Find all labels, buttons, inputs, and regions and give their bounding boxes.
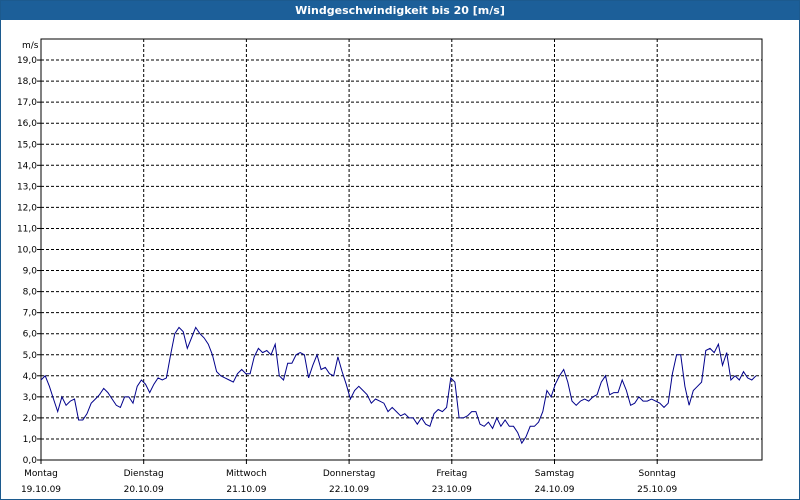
y-tick-label: 0,0 (23, 456, 38, 466)
y-tick-label: 3,0 (23, 393, 38, 403)
x-tick-date: 21.10.09 (226, 485, 266, 495)
y-tick-label: 17,0 (17, 98, 37, 108)
y-tick-label: 4,0 (23, 372, 38, 382)
x-tick-date: 20.10.09 (124, 485, 164, 495)
y-tick-label: 2,0 (23, 414, 38, 424)
y-tick-label: 11,0 (17, 224, 37, 234)
y-tick-label: 10,0 (17, 246, 37, 256)
x-tick-day: Dienstag (124, 469, 164, 479)
x-tick-date: 24.10.09 (534, 485, 574, 495)
y-axis-label: m/s (22, 41, 39, 51)
x-tick-day: Samstag (535, 469, 574, 479)
y-tick-label: 5,0 (23, 351, 38, 361)
x-tick-day: Freitag (436, 469, 467, 479)
wind-speed-chart: 0,0 1,0 2,0 3,0 4,0 5,0 6,0 7,0 8,0 9,0 10,0 11,0 12… (17, 38, 763, 495)
y-tick-label: 19,0 (17, 56, 37, 66)
y-tick-labels: 0,0 1,0 2,0 3,0 4,0 5,0 6,0 7,0 8,0 9,0 10,0 11,0 12… (17, 56, 37, 466)
y-tick-label: 18,0 (17, 77, 37, 87)
y-tick-label: 14,0 (17, 161, 37, 171)
x-tick-date: 19.10.09 (21, 485, 61, 495)
x-tick-day: Sonntag (639, 469, 676, 479)
y-tick-label: 1,0 (23, 435, 38, 445)
y-tick-label: 12,0 (17, 203, 37, 213)
y-tick-label: 7,0 (23, 309, 38, 319)
y-tick-label: 8,0 (23, 288, 38, 298)
x-tick-labels: Montag 19.10.09 Dienstag 20.10.09 Mittwoch 21… (21, 469, 678, 495)
x-tick-day: Mittwoch (226, 469, 267, 479)
x-tick-date: 22.10.09 (329, 485, 369, 495)
x-tick-day: Donnerstag (323, 469, 376, 479)
x-tick-date: 25.10.09 (637, 485, 677, 495)
x-tick-date: 23.10.09 (432, 485, 472, 495)
y-tick-label: 13,0 (17, 182, 37, 192)
y-tick-label: 15,0 (17, 140, 37, 150)
x-tick-day: Montag (24, 469, 58, 479)
y-tick-label: 16,0 (17, 119, 37, 129)
y-tick-label: 9,0 (23, 267, 38, 277)
y-tick-label: 6,0 (23, 330, 38, 340)
